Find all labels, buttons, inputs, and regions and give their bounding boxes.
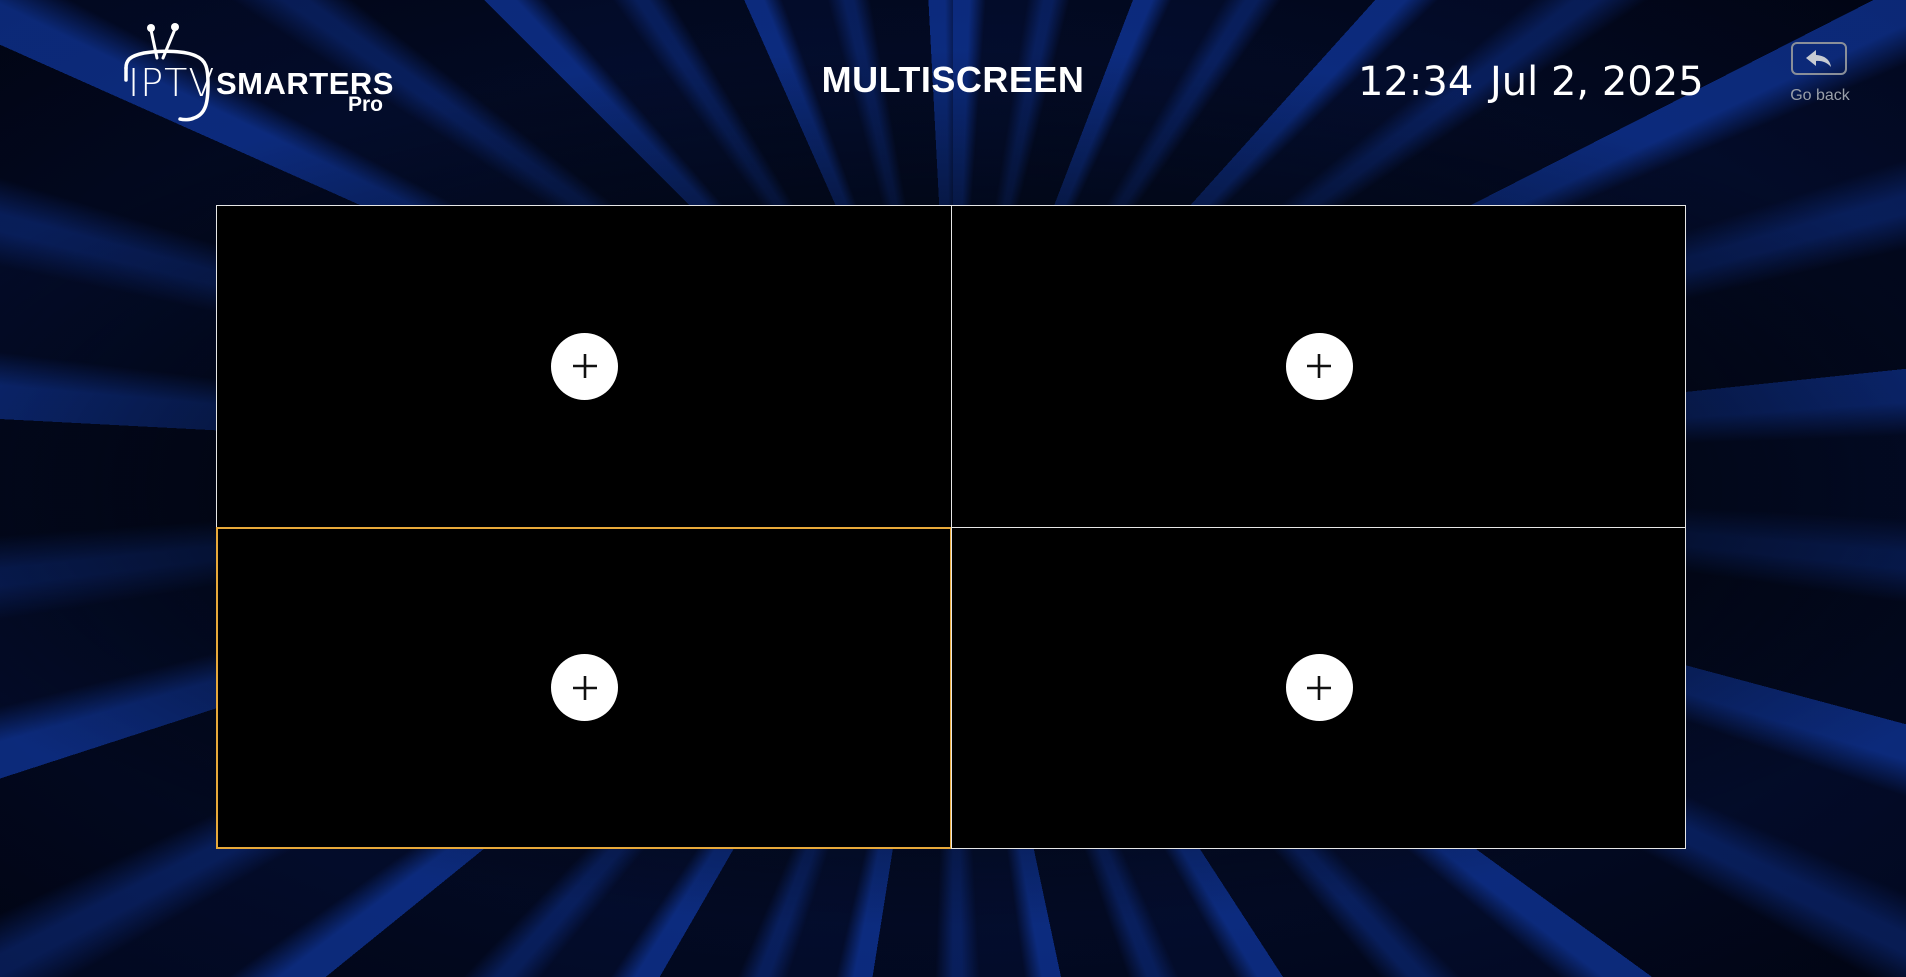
add-channel-button[interactable]: [1285, 654, 1353, 721]
add-channel-button[interactable]: [551, 332, 618, 400]
plus-icon: [572, 354, 597, 378]
go-back-button[interactable]: Go back: [1786, 42, 1854, 112]
plus-icon: [572, 675, 597, 700]
plus-icon: [1307, 675, 1331, 700]
reply-arrow-icon: [1806, 49, 1831, 67]
screen-slot-4[interactable]: [951, 527, 1686, 849]
clock-date: Jul 2, 2025: [1490, 59, 1704, 105]
add-channel-button[interactable]: [1285, 332, 1353, 400]
screen-slot-1[interactable]: [216, 205, 952, 528]
clock-time: 12:34: [1358, 59, 1474, 105]
screen-slot-2[interactable]: [951, 205, 1686, 528]
go-back-label: Go back: [1790, 87, 1850, 104]
add-channel-button[interactable]: [551, 654, 618, 721]
screen-slot-3[interactable]: [216, 527, 952, 849]
go-back-icon-frame: [1791, 42, 1847, 75]
multiscreen-grid: [216, 205, 1686, 849]
plus-icon: [1307, 354, 1331, 378]
